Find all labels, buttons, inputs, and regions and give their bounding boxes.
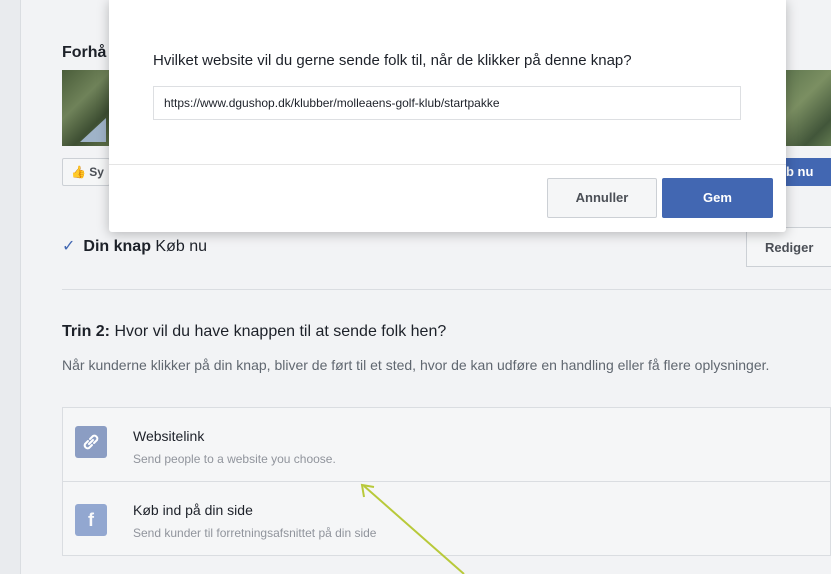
option-title: Køb ind på din side [133, 502, 253, 518]
section-heading: Forhå [62, 44, 107, 61]
like-label: Sy [89, 165, 104, 179]
website-url-dialog: Hvilket website vil du gerne sende folk … [109, 0, 786, 232]
step-description: Når kunderne klikker på din knap, bliver… [62, 357, 770, 373]
option-websitelink[interactable]: Websitelink Send people to a website you… [63, 408, 831, 482]
website-url-input[interactable] [153, 86, 741, 120]
link-icon [75, 426, 107, 458]
dialog-divider [109, 164, 786, 165]
edit-button[interactable]: Rediger [746, 227, 831, 267]
section-divider [62, 289, 831, 290]
option-buy-on-page[interactable]: f Køb ind på din side Send kunder til fo… [63, 482, 831, 556]
facebook-icon: f [75, 504, 107, 536]
cover-photo-left [62, 70, 110, 146]
din-knap-value: Køb nu [155, 238, 208, 255]
cancel-button[interactable]: Annuller [547, 178, 657, 218]
checkmark-icon: ✓ [62, 238, 76, 255]
option-subtitle: Send people to a website you choose. [133, 452, 336, 466]
option-subtitle: Send kunder til forretningsafsnittet på … [133, 526, 377, 540]
option-title: Websitelink [133, 428, 205, 444]
din-knap-row: ✓ Din knap Køb nu [62, 236, 207, 256]
like-button[interactable]: 👍 Sy [62, 158, 110, 186]
save-button[interactable]: Gem [662, 178, 773, 218]
step-question: Hvor vil du have knappen til at sende fo… [114, 323, 447, 340]
step-title: Trin 2: Hvor vil du have knappen til at … [62, 323, 446, 341]
buy-label: b nu [786, 164, 814, 179]
dialog-question: Hvilket website vil du gerne sende folk … [153, 52, 632, 69]
step-prefix: Trin 2: [62, 323, 111, 340]
din-knap-label: Din knap [83, 238, 151, 255]
destination-options: Websitelink Send people to a website you… [62, 407, 831, 556]
